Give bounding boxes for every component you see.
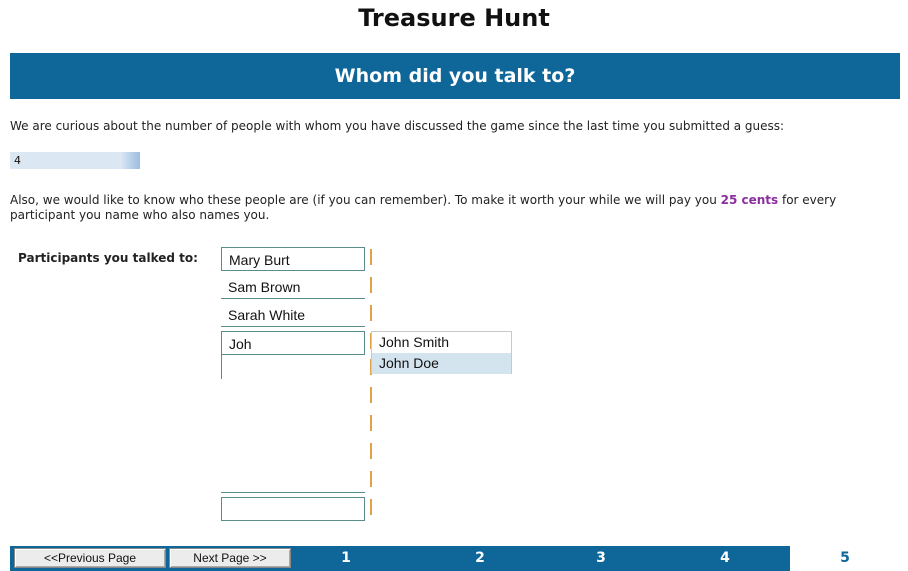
previous-page-button[interactable]: <<Previous Page (14, 548, 166, 568)
people-count-input[interactable] (10, 152, 140, 169)
next-page-button[interactable]: Next Page >> (169, 548, 291, 568)
caret-marker (370, 443, 372, 459)
page-link-2[interactable]: 2 (420, 546, 540, 571)
caret-marker (370, 305, 372, 321)
participants-label: Participants you talked to: (18, 251, 198, 265)
participant-field-6[interactable] (221, 383, 365, 407)
caret-marker (370, 387, 372, 403)
participant-field-2[interactable]: Sam Brown (221, 275, 365, 299)
reward-text: Also, we would like to know who these pe… (10, 193, 900, 223)
intro-text: We are curious about the number of peopl… (10, 119, 785, 133)
reward-amount: 25 cents (720, 193, 779, 207)
participant-field-1[interactable]: Mary Burt (221, 247, 365, 271)
page-title: Treasure Hunt (358, 4, 550, 32)
autocomplete-dropdown: John Smith John Doe (371, 331, 512, 374)
page-link-1[interactable]: 1 (286, 546, 406, 571)
reward-text-before: Also, we would like to know who these pe… (10, 193, 721, 207)
caret-marker (370, 499, 372, 515)
page-link-5-current[interactable]: 5 (790, 546, 900, 571)
caret-marker (370, 277, 372, 293)
section-banner: Whom did you talk to? (10, 53, 900, 99)
autocomplete-option[interactable]: John Smith (372, 332, 511, 353)
participant-field-7[interactable] (221, 411, 365, 435)
page-link-3[interactable]: 3 (541, 546, 661, 571)
participant-field-8[interactable] (221, 439, 365, 463)
page-link-4[interactable]: 4 (665, 546, 785, 571)
participant-field-10[interactable] (221, 497, 365, 521)
caret-marker (370, 249, 372, 265)
participant-field-5[interactable] (221, 355, 365, 379)
participant-field-9[interactable] (221, 469, 365, 493)
participant-field-3[interactable]: Sarah White (221, 303, 365, 327)
autocomplete-option-highlighted[interactable]: John Doe (372, 353, 511, 374)
caret-marker (370, 471, 372, 487)
participant-field-4[interactable]: Joh (221, 331, 365, 355)
caret-marker (370, 415, 372, 431)
